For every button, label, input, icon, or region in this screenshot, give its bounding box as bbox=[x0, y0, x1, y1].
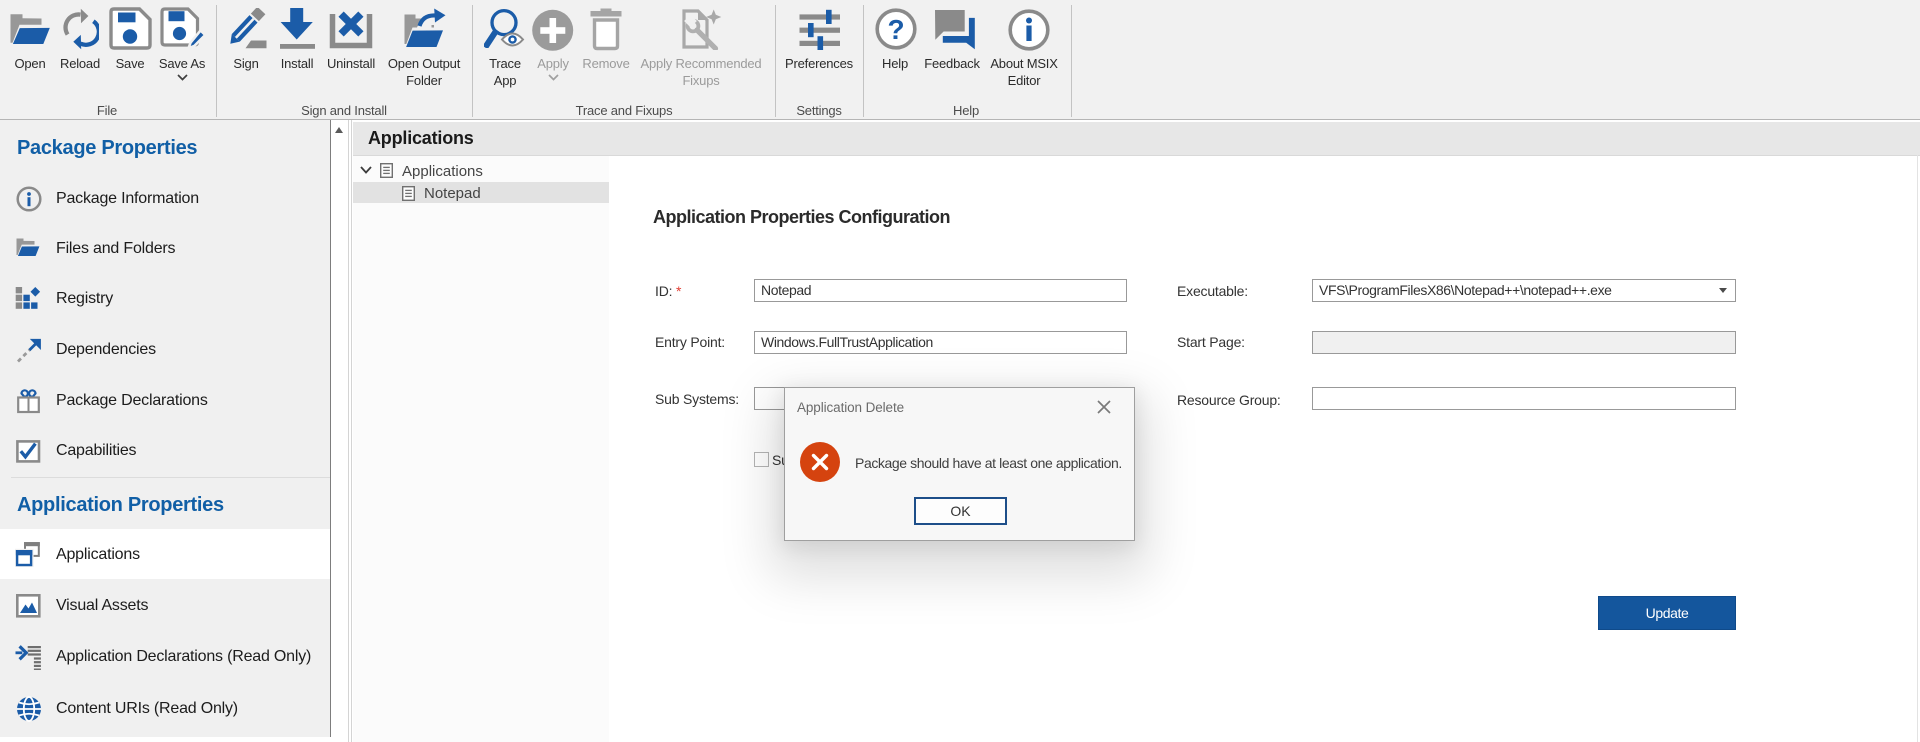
svg-text:?: ? bbox=[887, 14, 904, 45]
